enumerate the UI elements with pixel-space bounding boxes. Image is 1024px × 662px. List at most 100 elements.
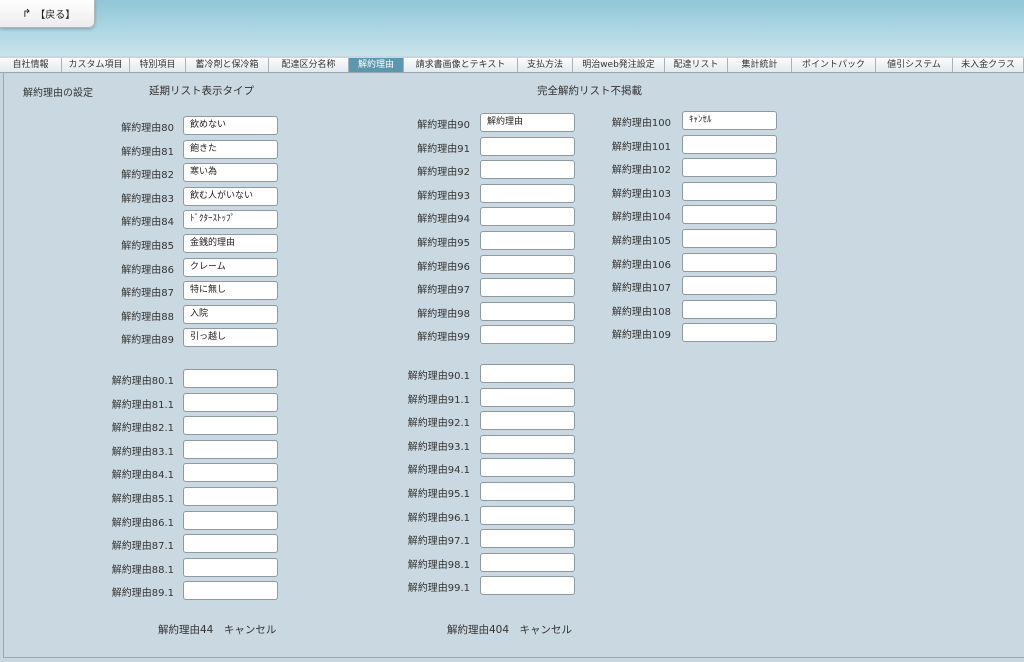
- reason-input[interactable]: [183, 369, 278, 388]
- reason-input[interactable]: [682, 276, 777, 296]
- field-label: 解約理由88.1: [111, 564, 174, 576]
- reason-input[interactable]: [480, 254, 575, 274]
- field-label: 解約理由92.1: [407, 418, 470, 430]
- field-label: 解約理由102: [611, 165, 671, 177]
- tab-10[interactable]: 集計統計: [728, 58, 792, 72]
- reason-input[interactable]: [183, 510, 278, 530]
- field-label: 解約理由84.1: [111, 470, 174, 482]
- field-label: 解約理由93.1: [407, 441, 470, 453]
- tab-12[interactable]: 値引システム: [876, 58, 953, 72]
- field-label: 解約理由93: [417, 190, 470, 202]
- field-label: 解約理由106: [611, 259, 671, 271]
- reason-input[interactable]: [480, 576, 575, 596]
- tab-0[interactable]: 自社情報: [0, 58, 62, 72]
- field-label: 解約理由85: [121, 241, 174, 252]
- reason-input[interactable]: [183, 392, 278, 412]
- deferred-list-title: 延期リスト表示タイプ: [149, 85, 254, 97]
- reason-input[interactable]: 飲む人がいない: [183, 186, 278, 206]
- reason-input[interactable]: [480, 387, 575, 407]
- reason-input[interactable]: [682, 134, 777, 154]
- reason-input[interactable]: [480, 301, 575, 321]
- reason-input[interactable]: [480, 231, 575, 250]
- reason-input[interactable]: [183, 487, 278, 506]
- reason-input[interactable]: クレーム: [183, 257, 278, 277]
- field-label: 解約理由80.1: [111, 376, 174, 387]
- tab-3[interactable]: 蓄冷剤と保冷箱: [186, 58, 269, 72]
- reason-input[interactable]: [183, 534, 278, 554]
- tab-7[interactable]: 支払方法: [518, 58, 573, 72]
- field-label: 解約理由99.1: [407, 583, 470, 595]
- reason-input[interactable]: [480, 552, 575, 572]
- reason-input[interactable]: [480, 529, 575, 549]
- field-label: 解約理由84: [121, 217, 174, 229]
- reason-input[interactable]: 金銭的理由: [183, 234, 278, 253]
- reason-input[interactable]: [480, 136, 575, 156]
- reason-input[interactable]: [682, 158, 777, 178]
- field-label: 解約理由85.1: [111, 494, 174, 505]
- tab-1[interactable]: カスタム項目: [62, 58, 130, 72]
- field-label: 解約理由97.1: [407, 536, 470, 548]
- reason-input[interactable]: [183, 463, 278, 483]
- tab-6[interactable]: 請求書画像とテキスト: [404, 58, 518, 72]
- tab-2[interactable]: 特別項目: [130, 58, 186, 72]
- reason-input[interactable]: [183, 439, 278, 459]
- reason-input[interactable]: [183, 416, 278, 436]
- reason-input[interactable]: 特に無し: [183, 281, 278, 301]
- reason-input[interactable]: 寒い為: [183, 163, 278, 183]
- reason-input[interactable]: 飽きた: [183, 139, 278, 159]
- reason-input[interactable]: [480, 278, 575, 298]
- tab-4[interactable]: 配達区分名称: [269, 58, 349, 72]
- field-label: 解約理由95.1: [407, 489, 470, 500]
- field-label: 解約理由96.1: [407, 512, 470, 524]
- reason-input[interactable]: [682, 229, 777, 248]
- field-label: 解約理由95: [417, 238, 470, 249]
- tab-9[interactable]: 配達リスト: [665, 58, 728, 72]
- reason-input[interactable]: [480, 458, 575, 478]
- reason-input[interactable]: [480, 325, 575, 345]
- field-label: 解約理由91: [417, 143, 470, 155]
- reason-input[interactable]: ﾄﾞｸﾀｰｽﾄｯﾌﾟ: [183, 210, 278, 230]
- field-label: 解約理由82.1: [111, 423, 174, 435]
- tab-8[interactable]: 明治web発注設定: [573, 58, 665, 72]
- reason-input[interactable]: [480, 482, 575, 501]
- field-label: 解約理由109: [611, 330, 671, 342]
- reason-input[interactable]: [682, 205, 777, 225]
- field-label: 解約理由90.1: [407, 371, 470, 382]
- reason-input[interactable]: [480, 411, 575, 431]
- reason-input[interactable]: [682, 252, 777, 272]
- field-label: 解約理由88: [121, 311, 174, 323]
- tab-13[interactable]: 未入金クラス: [953, 58, 1024, 72]
- field-label: 解約理由86: [121, 264, 174, 276]
- field-label: 解約理由107: [611, 283, 671, 295]
- tab-11[interactable]: ポイントパック: [792, 58, 876, 72]
- reason-input[interactable]: [183, 557, 278, 577]
- reason-input[interactable]: 入院: [183, 304, 278, 324]
- reason-input[interactable]: [480, 160, 575, 180]
- field-label: 解約理由100: [611, 118, 671, 129]
- field-label: 解約理由92: [417, 167, 470, 179]
- reason-input[interactable]: 飲めない: [183, 116, 278, 135]
- reason-input[interactable]: 解約理由: [480, 113, 575, 132]
- reason-input[interactable]: [480, 207, 575, 227]
- tab-bar: 自社情報 カスタム項目 特別項目 蓄冷剤と保冷箱 配達区分名称 解約理由 請求書画像とテキス…: [0, 58, 1024, 73]
- reason-input[interactable]: [682, 181, 777, 201]
- field-label: 解約理由108: [611, 306, 671, 318]
- reason-input[interactable]: [480, 434, 575, 454]
- reason-input[interactable]: [480, 183, 575, 203]
- reason-input[interactable]: ｷｬﾝｾﾙ: [682, 111, 777, 130]
- field-label: 解約理由86.1: [111, 517, 174, 529]
- field-label: 解約理由96: [417, 261, 470, 273]
- field-label: 解約理由99: [417, 332, 470, 344]
- reason-input[interactable]: [183, 581, 278, 601]
- reason-input[interactable]: [480, 505, 575, 525]
- footer-left-text: 解約理由44 キャンセル: [158, 624, 277, 636]
- tab-5[interactable]: 解約理由: [349, 58, 404, 72]
- field-label: 解約理由87.1: [111, 541, 174, 553]
- back-button[interactable]: ↱ 【戻る】: [0, 0, 95, 28]
- reason-input[interactable]: 引っ越し: [183, 328, 278, 348]
- field-label: 解約理由104: [611, 212, 671, 224]
- field-label: 解約理由81.1: [111, 399, 174, 411]
- reason-input[interactable]: [480, 364, 575, 383]
- reason-input[interactable]: [682, 299, 777, 319]
- reason-input[interactable]: [682, 323, 777, 343]
